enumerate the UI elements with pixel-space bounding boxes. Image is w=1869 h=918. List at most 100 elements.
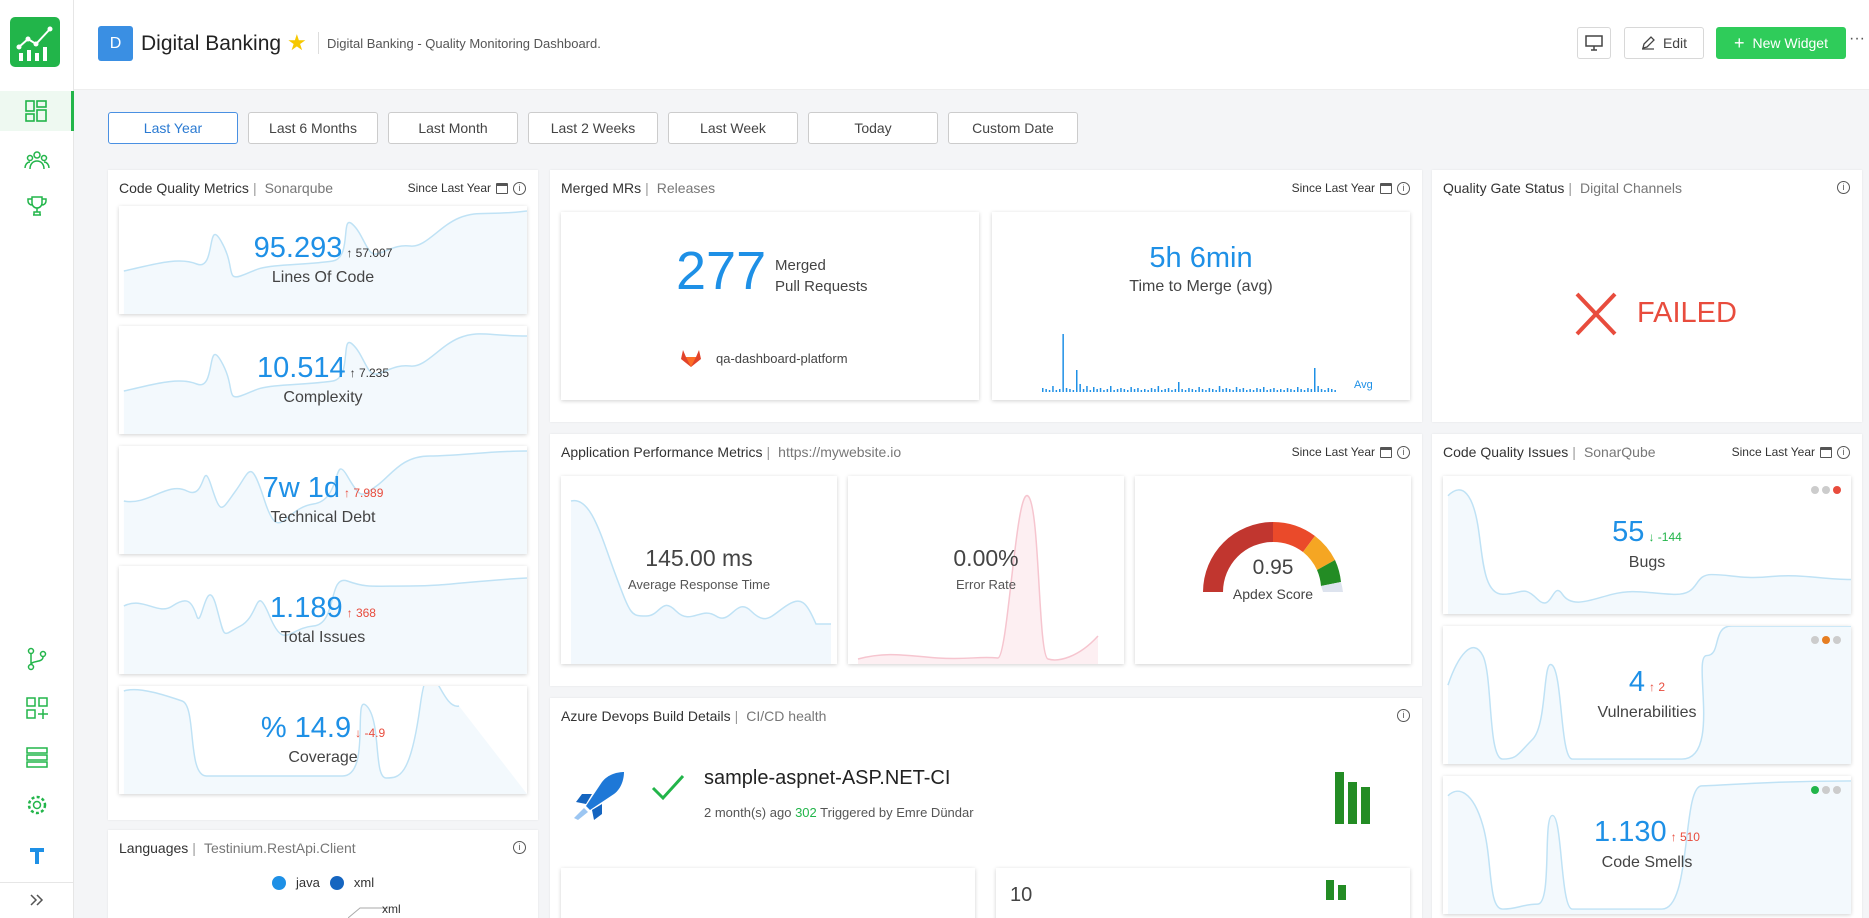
merge-time-bar bbox=[1276, 390, 1279, 392]
merge-time-bar bbox=[1191, 389, 1194, 392]
since-label: Since Last Year bbox=[407, 181, 491, 195]
issue-delta-value: 510 bbox=[1679, 830, 1700, 844]
issue-card: 55 ↓ -144 Bugs bbox=[1443, 476, 1851, 614]
tv-mode-button[interactable] bbox=[1577, 27, 1611, 59]
new-widget-button[interactable]: + New Widget bbox=[1716, 27, 1846, 59]
nav-add-widget[interactable] bbox=[0, 688, 74, 728]
merge-time-bar bbox=[1249, 389, 1251, 392]
calendar-icon[interactable] bbox=[1380, 182, 1392, 194]
metric-card: 10.514 ↑ 7.235 Complexity bbox=[119, 326, 527, 434]
code-quality-metrics-panel: Code Quality Metrics | Sonarqube Since Las… bbox=[108, 170, 538, 820]
merge-time-bar bbox=[1208, 388, 1211, 392]
response-time-card: 145.00 ms Average Response Time bbox=[561, 476, 837, 664]
nav-settings[interactable] bbox=[0, 785, 74, 825]
merge-time-bar bbox=[1310, 389, 1313, 392]
metric-delta: ↑ 7.235 bbox=[350, 366, 389, 380]
legend-label: java bbox=[296, 875, 320, 890]
build-trigger: Triggered by Emre Dündar bbox=[820, 805, 974, 820]
apdex-card: 0.95 Apdex Score bbox=[1135, 476, 1411, 664]
filter-last-month[interactable]: Last Month bbox=[388, 112, 518, 144]
merge-time-bar bbox=[1293, 390, 1296, 392]
filter-last-year[interactable]: Last Year bbox=[108, 112, 238, 144]
merge-time-bar bbox=[1137, 388, 1139, 392]
merged-count-card: 277 Merged Pull Requests qa-dashboard-pla… bbox=[561, 212, 979, 400]
nav-teams[interactable] bbox=[0, 140, 74, 180]
favorite-star-icon[interactable]: ★ bbox=[287, 30, 307, 56]
info-icon[interactable]: i bbox=[513, 841, 526, 854]
calendar-icon[interactable] bbox=[1380, 446, 1392, 458]
merge-time-bar bbox=[1106, 389, 1109, 392]
build-subcard-left bbox=[561, 868, 975, 918]
error-rate-card: 0.00% Error Rate bbox=[848, 476, 1124, 664]
app-logo[interactable] bbox=[10, 17, 60, 67]
merge-time-bar bbox=[1215, 390, 1217, 392]
severity-dot bbox=[1822, 486, 1830, 494]
dashboard-icon bbox=[24, 100, 47, 122]
calendar-icon[interactable] bbox=[496, 182, 508, 194]
info-icon[interactable]: i bbox=[1837, 181, 1850, 194]
merged-count: 277 bbox=[676, 241, 767, 301]
merge-time-bar bbox=[1069, 389, 1071, 392]
metric-label: Total Issues bbox=[280, 629, 366, 646]
issue-card: 1.130 ↑ 510 Code Smells bbox=[1443, 776, 1851, 914]
more-menu-button[interactable]: ··· bbox=[1849, 30, 1865, 48]
filter-today[interactable]: Today bbox=[808, 112, 938, 144]
merge-time-bar bbox=[1099, 388, 1102, 392]
plus-icon: + bbox=[1734, 32, 1745, 53]
issue-label: Code Smells bbox=[1601, 854, 1693, 871]
error-rate-value: 0.00% bbox=[953, 545, 1019, 571]
filter-custom-date[interactable]: Custom Date bbox=[948, 112, 1078, 144]
build-name[interactable]: sample-aspnet-ASP.NET-CI bbox=[704, 767, 950, 790]
info-icon[interactable]: i bbox=[513, 181, 526, 195]
nav-achievements[interactable] bbox=[0, 186, 74, 226]
nav-dashboards[interactable] bbox=[0, 91, 74, 131]
info-icon[interactable]: i bbox=[1397, 709, 1410, 722]
panel-source: CI/CD health bbox=[746, 708, 827, 724]
expand-sidebar-button[interactable] bbox=[0, 886, 74, 914]
merge-time-bar bbox=[1120, 388, 1122, 392]
repo-name[interactable]: qa-dashboard-platform bbox=[716, 351, 848, 366]
metric-delta: ↓ -4.9 bbox=[355, 726, 385, 740]
code-quality-issues-panel: Code Quality Issues | SonarQube Since Last… bbox=[1432, 434, 1862, 918]
merge-time-bar bbox=[1184, 390, 1187, 392]
merge-time-bar bbox=[1252, 390, 1255, 392]
response-time-label: Average Response Time bbox=[627, 577, 771, 592]
monitor-icon bbox=[1585, 35, 1603, 51]
edit-button[interactable]: Edit bbox=[1624, 27, 1704, 59]
metric-delta: ↑ 57.007 bbox=[346, 246, 392, 260]
success-check-icon bbox=[651, 774, 685, 801]
metric-delta: ↑ 7.989 bbox=[344, 486, 383, 500]
merge-time-bar bbox=[1048, 390, 1051, 392]
merge-time-bar bbox=[1174, 389, 1177, 392]
nav-git[interactable] bbox=[0, 639, 74, 679]
calendar-icon[interactable] bbox=[1820, 446, 1832, 458]
merge-time-bar bbox=[1082, 389, 1085, 392]
apdex-label: Apdex Score bbox=[1232, 586, 1314, 602]
issue-delta-value: 2 bbox=[1658, 680, 1666, 694]
panel-source: Sonarqube bbox=[264, 180, 334, 196]
nav-data-sources[interactable] bbox=[0, 737, 74, 777]
legend-swatch bbox=[329, 875, 344, 890]
merged-label-2: Pull Requests bbox=[775, 278, 868, 295]
filter-last-2-weeks[interactable]: Last 2 Weeks bbox=[528, 112, 658, 144]
filter-last-6-months[interactable]: Last 6 Months bbox=[248, 112, 378, 144]
info-icon[interactable]: i bbox=[1837, 445, 1850, 459]
build-number: 302 bbox=[795, 805, 817, 820]
merge-time-bar bbox=[1324, 390, 1326, 392]
arrow-up-icon: ↑ bbox=[346, 606, 353, 620]
panel-title: Languages bbox=[119, 840, 189, 856]
merge-time-bar bbox=[1273, 388, 1275, 392]
quality-gate-panel: Quality Gate Status | Digital Channels i F… bbox=[1432, 170, 1862, 422]
merge-time-bar bbox=[1055, 390, 1058, 392]
pie-slice-label: xml bbox=[382, 902, 401, 916]
arrow-up-icon: ↑ bbox=[346, 246, 353, 260]
merged-mrs-panel: Merged MRs | Releases Since Last Year i 277… bbox=[550, 170, 1422, 422]
merge-time-bar bbox=[1096, 389, 1098, 392]
nav-testinium[interactable] bbox=[0, 835, 74, 875]
issue-value: 4 bbox=[1628, 666, 1646, 698]
info-icon[interactable]: i bbox=[1397, 445, 1410, 459]
metric-card: 1.189 ↑ 368 Total Issues bbox=[119, 566, 527, 674]
filter-last-week[interactable]: Last Week bbox=[668, 112, 798, 144]
merge-time-bar bbox=[1113, 390, 1115, 392]
info-icon[interactable]: i bbox=[1397, 181, 1410, 195]
